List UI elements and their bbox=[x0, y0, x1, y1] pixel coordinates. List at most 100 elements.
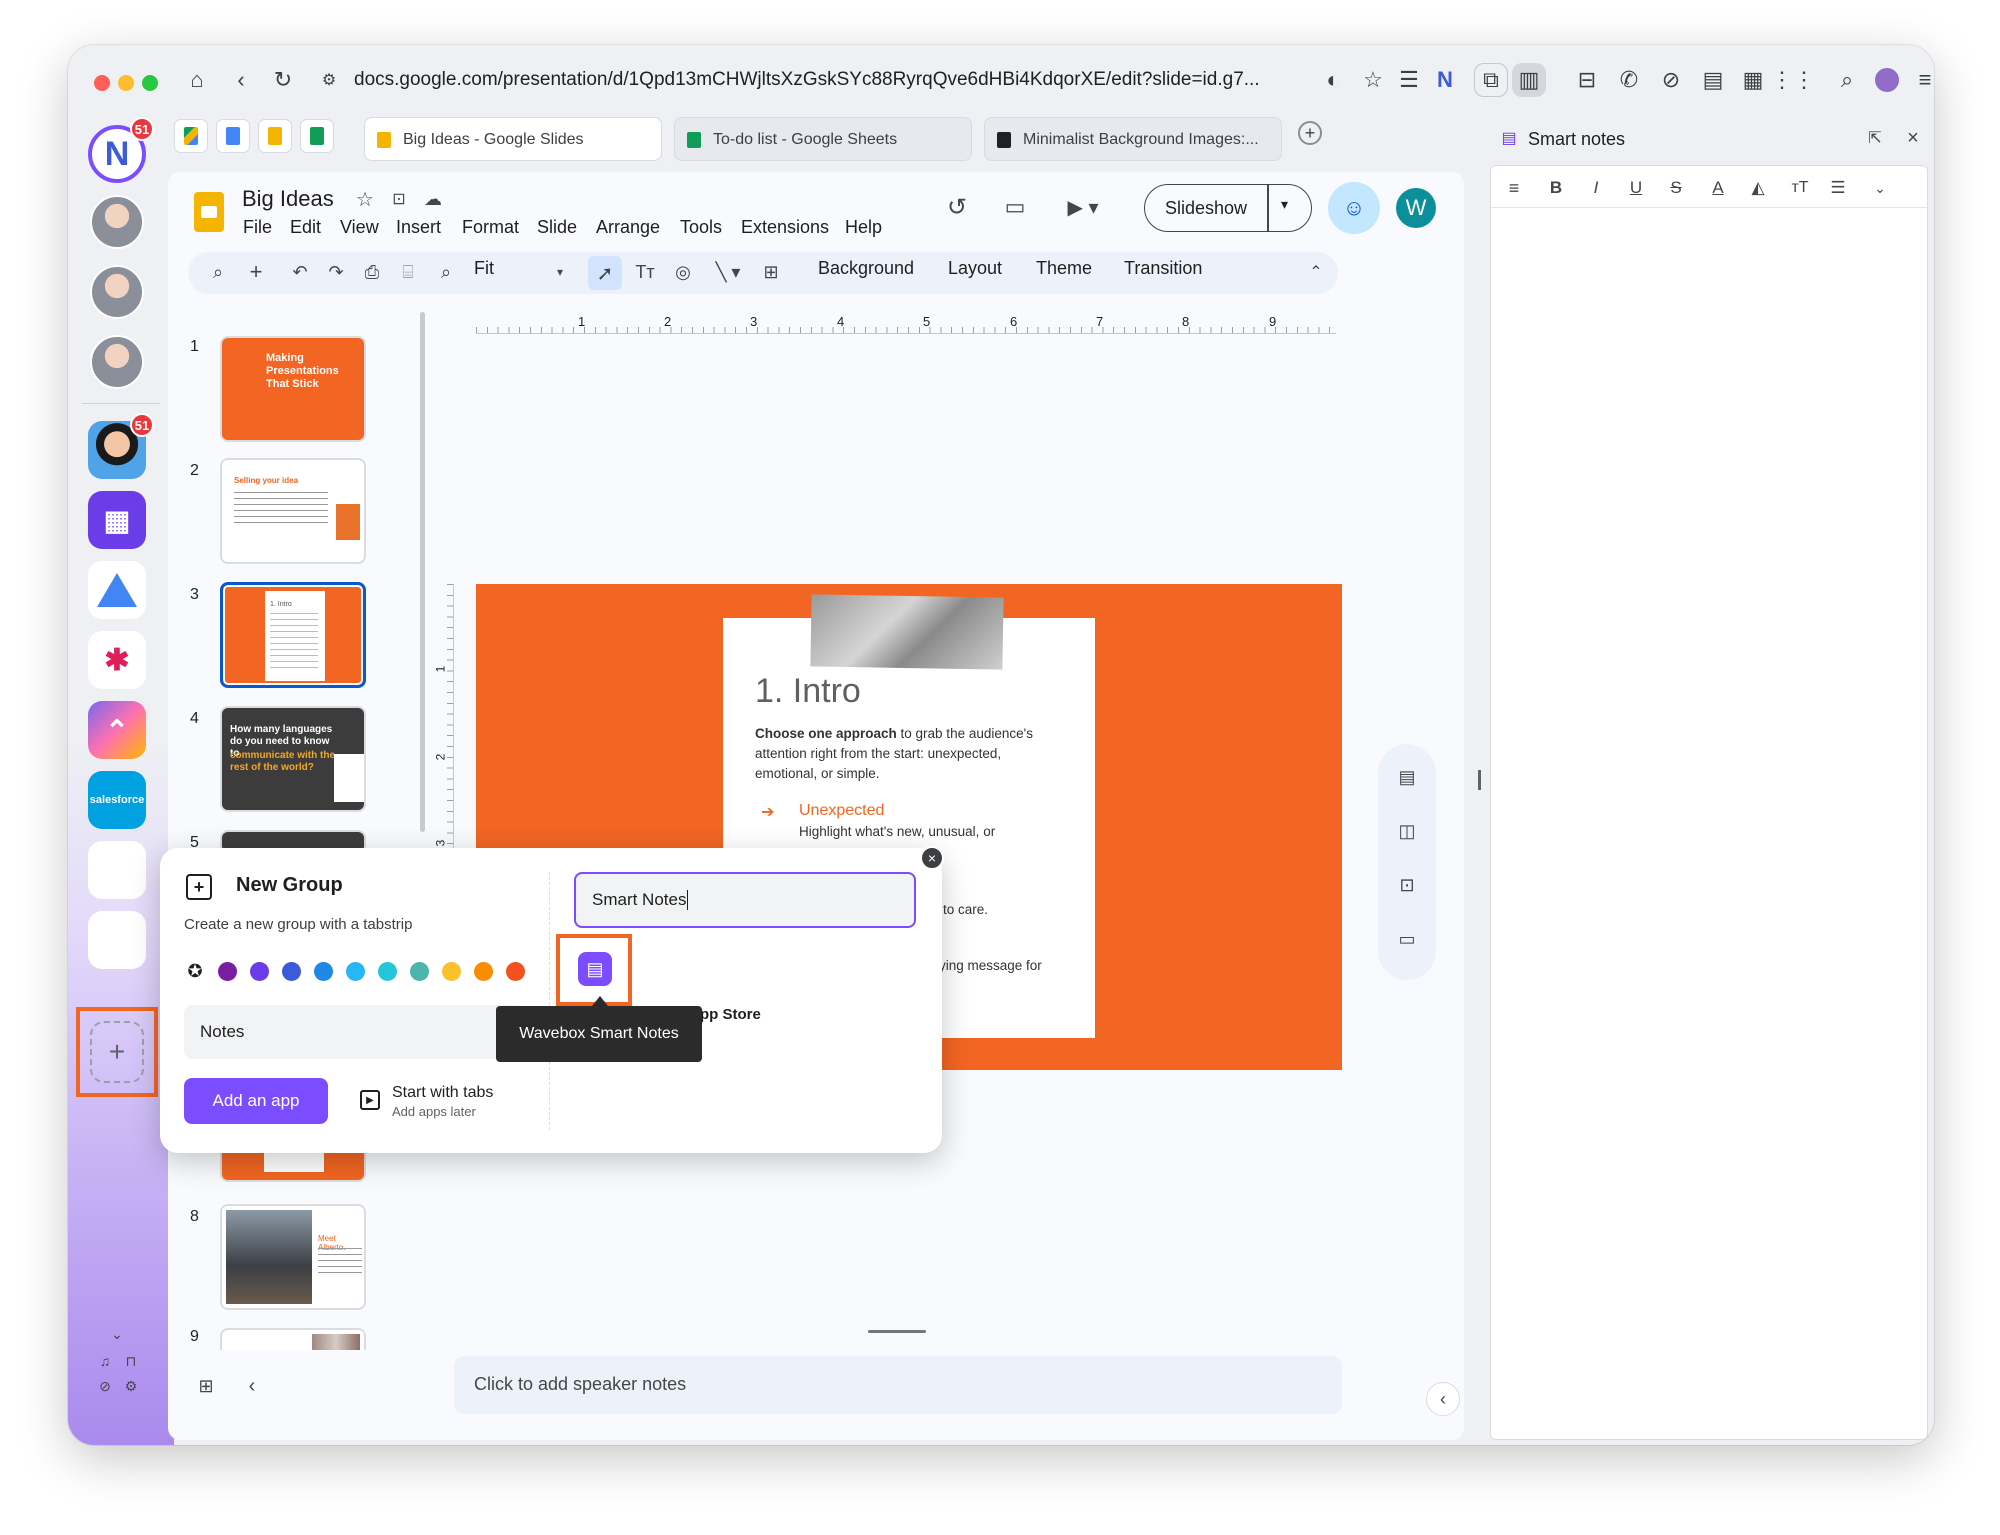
play-icon[interactable]: ▶ bbox=[360, 1090, 380, 1110]
sidepanel-icon[interactable]: ▥ bbox=[1512, 63, 1546, 97]
document-title[interactable]: Big Ideas bbox=[242, 186, 334, 212]
tab-todo-list[interactable]: To-do list - Google Sheets bbox=[674, 117, 972, 161]
transition-button[interactable]: Transition bbox=[1124, 258, 1202, 279]
group-name-field[interactable]: Notes bbox=[184, 1005, 524, 1059]
align-icon[interactable]: ≡ bbox=[1501, 176, 1527, 200]
zoom-window-button[interactable] bbox=[142, 75, 158, 91]
avatar[interactable] bbox=[90, 335, 144, 389]
redo-icon[interactable]: ↷ bbox=[322, 258, 350, 286]
menu-icon[interactable]: ≡ bbox=[1908, 63, 1934, 97]
color-swatch-yellow[interactable] bbox=[442, 962, 461, 981]
extensions-icon[interactable]: ⧉ bbox=[1474, 63, 1508, 97]
slide-thumbnail-8[interactable]: Meet Alberto. bbox=[220, 1204, 366, 1310]
comment-add-icon[interactable]: ⊞ bbox=[756, 258, 786, 286]
pinned-sheets-icon[interactable] bbox=[300, 119, 334, 153]
tab-stack-icon[interactable]: ☰ bbox=[1392, 63, 1426, 97]
menu-extensions[interactable]: Extensions bbox=[741, 217, 829, 238]
palette-icon[interactable]: ✪ bbox=[184, 960, 206, 982]
chevron-down-icon[interactable]: ⌄ bbox=[1867, 176, 1893, 200]
layout-button[interactable]: Layout bbox=[948, 258, 1002, 279]
new-slide-icon[interactable]: + bbox=[242, 258, 270, 286]
avatar[interactable] bbox=[90, 265, 144, 319]
extension-n-icon[interactable]: N bbox=[1428, 63, 1462, 97]
tab-minimalist[interactable]: Minimalist Background Images:... bbox=[984, 117, 1282, 161]
meet-icon[interactable]: ▶ ▾ bbox=[1058, 190, 1108, 224]
color-swatch-red[interactable] bbox=[506, 962, 525, 981]
list-icon[interactable]: ☰ bbox=[1825, 176, 1851, 200]
menu-insert[interactable]: Insert bbox=[396, 217, 441, 238]
bell-icon[interactable]: ♫ bbox=[94, 1350, 116, 1372]
chevron-down-icon[interactable]: ⌄ bbox=[106, 1325, 128, 1343]
reload-icon[interactable]: ↻ bbox=[266, 63, 300, 97]
slide-thumbnail-2[interactable]: Selling your idea bbox=[220, 458, 366, 564]
zoom-select[interactable]: Fit bbox=[474, 258, 494, 279]
italic-button[interactable]: I bbox=[1583, 176, 1609, 200]
move-folder-icon[interactable]: ⊡ bbox=[386, 186, 412, 212]
back-icon[interactable]: ‹ bbox=[224, 63, 258, 97]
grid-view-icon[interactable]: ⊞ bbox=[192, 1372, 220, 1400]
search-menus-icon[interactable]: ⌕ bbox=[204, 258, 232, 286]
line-icon[interactable]: ╲ ▾ bbox=[708, 258, 748, 286]
background-button[interactable]: Background bbox=[818, 258, 914, 279]
keep-icon[interactable]: ◫ bbox=[1392, 816, 1422, 846]
user-avatar[interactable]: W bbox=[1396, 188, 1436, 228]
theme-button[interactable]: Theme bbox=[1036, 258, 1092, 279]
reader-icon[interactable]: ▤ bbox=[1696, 63, 1730, 97]
share-person-icon[interactable]: ☺ bbox=[1328, 182, 1380, 234]
chevron-up-icon[interactable]: ⌃ bbox=[1302, 258, 1330, 286]
phone-icon[interactable]: ✆ bbox=[1612, 63, 1646, 97]
color-swatch-teal[interactable] bbox=[410, 962, 429, 981]
chevron-down-icon[interactable]: ▾ bbox=[1281, 196, 1288, 213]
slide-thumbnail-4[interactable]: How many languages do you need to know t… bbox=[220, 706, 366, 812]
history-icon[interactable]: ↺ bbox=[940, 190, 974, 224]
zoom-icon[interactable]: ⌕ bbox=[432, 258, 460, 286]
filmstrip-scrollbar[interactable] bbox=[420, 312, 425, 832]
color-swatch-indigo[interactable] bbox=[282, 962, 301, 981]
minimize-window-button[interactable] bbox=[118, 75, 134, 91]
menu-view[interactable]: View bbox=[340, 217, 379, 238]
tab-big-ideas[interactable]: Big Ideas - Google Slides bbox=[364, 117, 662, 161]
smart-notes-app-icon[interactable]: ▤ bbox=[578, 952, 612, 986]
notes-resize-handle[interactable] bbox=[868, 1330, 926, 1333]
menu-tools[interactable]: Tools bbox=[680, 217, 722, 238]
clickup-icon[interactable]: ⌃ bbox=[88, 701, 146, 759]
star-icon[interactable]: ☆ bbox=[352, 186, 378, 212]
profile-icon[interactable] bbox=[1870, 63, 1904, 97]
lock-icon[interactable]: ⊓ bbox=[120, 1350, 142, 1372]
site-settings-icon[interactable]: ⚙ bbox=[312, 63, 346, 97]
cloud-status-icon[interactable]: ☁ bbox=[420, 186, 446, 212]
strikethrough-button[interactable]: S bbox=[1663, 176, 1689, 200]
home-icon[interactable]: ⌂ bbox=[180, 63, 214, 97]
close-popup-icon[interactable]: × bbox=[920, 846, 944, 870]
new-tab-icon[interactable]: + bbox=[1298, 121, 1322, 145]
slide-thumbnail-1[interactable]: Making Presentations That Stick bbox=[220, 336, 366, 442]
popout-icon[interactable]: ⇱ bbox=[1862, 125, 1888, 151]
salesforce-icon[interactable]: salesforce bbox=[88, 771, 146, 829]
color-swatch-blue[interactable] bbox=[314, 962, 333, 981]
color-swatch-cyan[interactable] bbox=[378, 962, 397, 981]
color-swatch-purple[interactable] bbox=[218, 962, 237, 981]
pinned-drive-icon[interactable] bbox=[174, 119, 208, 153]
menu-arrange[interactable]: Arrange bbox=[596, 217, 660, 238]
slide-thumbnail-3[interactable]: 1. Intro bbox=[220, 582, 366, 688]
paint-format-icon[interactable]: ⌸ bbox=[394, 258, 422, 286]
compass-icon[interactable]: ⊘ bbox=[94, 1375, 116, 1397]
avatar[interactable] bbox=[90, 195, 144, 249]
highlight-icon[interactable]: ◭ bbox=[1745, 176, 1771, 200]
color-swatch-sky[interactable] bbox=[346, 962, 365, 981]
pinned-slides-icon[interactable] bbox=[258, 119, 292, 153]
slide-thumbnail-9[interactable] bbox=[220, 1328, 366, 1350]
add-group-button[interactable]: + bbox=[90, 1021, 144, 1083]
booking-apps-group-icon[interactable] bbox=[88, 911, 146, 969]
social-apps-group-icon[interactable] bbox=[88, 841, 146, 899]
calendar-icon[interactable]: ▤ bbox=[1392, 762, 1422, 792]
apps-grid-icon[interactable]: ⋮⋮ bbox=[1771, 63, 1815, 97]
font-size-icon[interactable]: тT bbox=[1787, 176, 1813, 200]
menu-format[interactable]: Format bbox=[462, 217, 519, 238]
contacts-icon[interactable]: ⊡ bbox=[1392, 870, 1422, 900]
menu-file[interactable]: File bbox=[243, 217, 272, 238]
slideshow-button[interactable]: Slideshow ▾ bbox=[1144, 184, 1312, 232]
shape-icon[interactable]: ◎ bbox=[668, 258, 698, 286]
folder-icon[interactable]: ▭ bbox=[1392, 924, 1422, 954]
search-icon[interactable]: ⌕ bbox=[1830, 63, 1864, 97]
